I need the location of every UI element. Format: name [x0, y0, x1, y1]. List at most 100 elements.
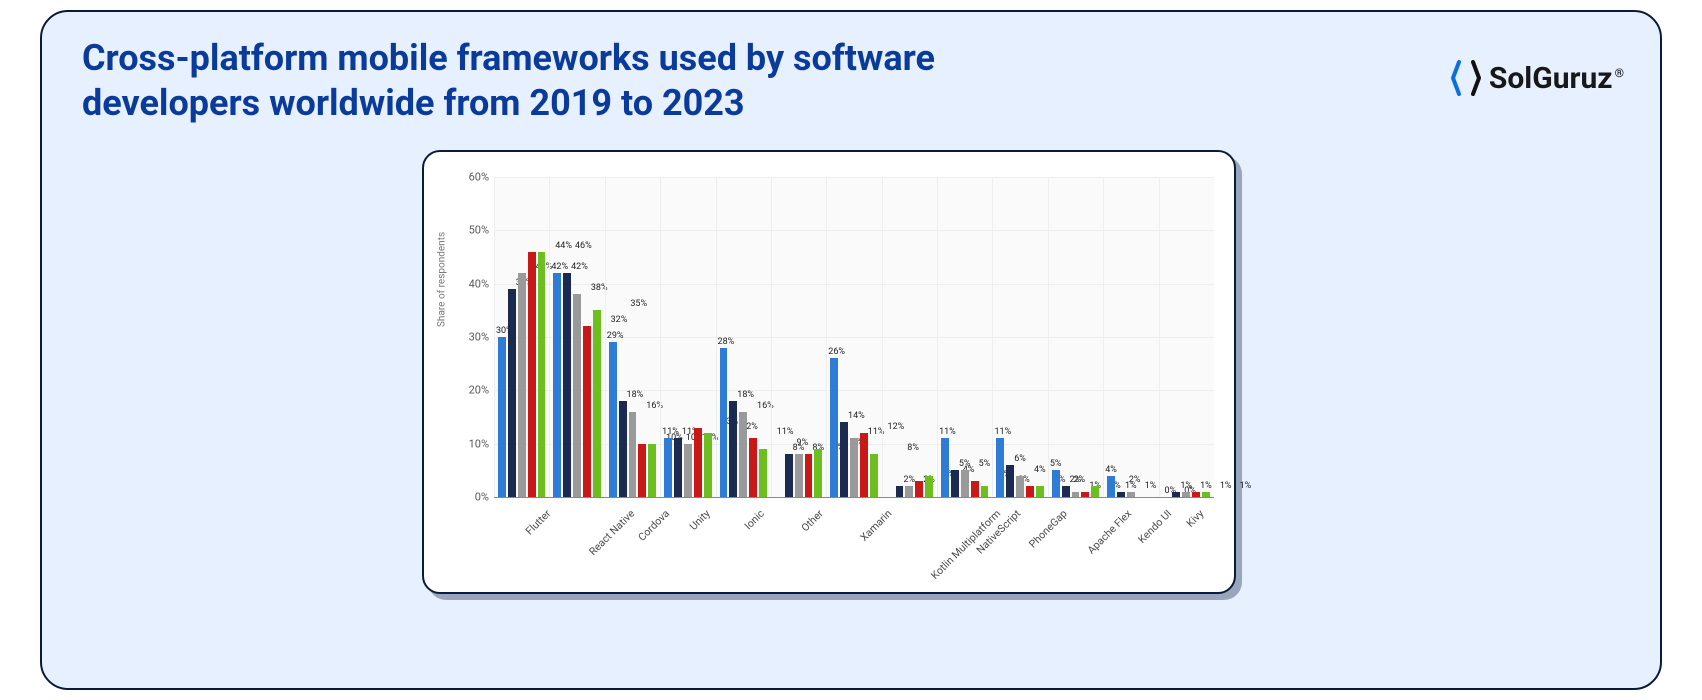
bar: 4% — [1016, 476, 1024, 497]
bar-value-label: 18% — [627, 391, 644, 401]
brand-logo: SolGuruz® — [1451, 60, 1624, 96]
bar: 44% — [528, 252, 536, 497]
bar: 12% — [704, 433, 712, 497]
bar: 42% — [553, 273, 561, 497]
bar-value-label: 1% — [1200, 482, 1212, 492]
bar: 26% — [830, 358, 838, 497]
bar-group: 8%8%8%9% — [775, 177, 822, 497]
bar-value-label: 4% — [1034, 466, 1046, 476]
bar: 16% — [629, 412, 637, 497]
bar: 4% — [925, 476, 933, 497]
category-label: Other — [798, 507, 825, 534]
category-label: Unity — [687, 507, 713, 533]
bar: 4% — [1107, 476, 1115, 497]
bar-value-label: 28% — [718, 338, 735, 348]
bar-value-label: 14% — [848, 412, 865, 422]
bar-value-label: 1% — [1145, 482, 1157, 492]
bar-value-label: 26% — [828, 348, 845, 358]
bar-value-label: 1% — [1220, 482, 1232, 492]
bar-value-label: 11% — [994, 428, 1011, 438]
bar: 5% — [951, 470, 959, 497]
bar-value-label: 1% — [1125, 482, 1137, 492]
bar-group: 29%18%16%10%10% — [609, 177, 656, 497]
bar-value-label: 1% — [1180, 482, 1192, 492]
bar: 11% — [996, 438, 1004, 497]
logo-mark-icon — [1451, 60, 1481, 96]
y-tick: 30% — [459, 331, 489, 344]
bar: 10% — [648, 444, 656, 497]
bar-group: 42%42%38%32%35% — [553, 177, 600, 497]
brand-name: SolGuruz® — [1489, 61, 1624, 96]
bar-value-label: 2% — [1070, 476, 1082, 486]
bar-group: 28%18%16%11%9% — [720, 177, 767, 497]
card: Cross-platform mobile frameworks used by… — [40, 10, 1662, 690]
bar-group: 1%1%1%1% — [1163, 177, 1210, 497]
bar-value-label: 6% — [1014, 455, 1026, 465]
bar-value-label: 5% — [979, 460, 991, 470]
bar-value-label: 42% — [571, 263, 588, 273]
bar: 3% — [915, 481, 923, 497]
bar: 35% — [593, 310, 601, 497]
bar: 30% — [498, 337, 506, 497]
bar: 12% — [860, 433, 868, 497]
bar: 38% — [573, 294, 581, 497]
category-label: Ionic — [742, 507, 767, 532]
bar-value-label: 18% — [737, 391, 754, 401]
bar: 1% — [1172, 492, 1180, 497]
bar-value-label: 11% — [939, 428, 956, 438]
bar: 39% — [508, 289, 516, 497]
bar: 46% — [538, 252, 546, 497]
y-tick: 40% — [459, 277, 489, 290]
bar: 2% — [1062, 486, 1070, 497]
bar: 1% — [1081, 492, 1089, 497]
category-label: PhoneGap — [1026, 507, 1070, 551]
bar: 2% — [905, 486, 913, 497]
bar-value-label: 2% — [903, 476, 915, 486]
bar: 1% — [1192, 492, 1200, 497]
bar-value-label: 1% — [1240, 482, 1252, 492]
bar: 8% — [785, 454, 793, 497]
category-label: Apache Flex — [1084, 507, 1134, 557]
bar-value-label: 8% — [793, 444, 805, 454]
bar-value-label: 4% — [1105, 466, 1117, 476]
category-label: Cordova — [636, 507, 673, 544]
bar: 11% — [941, 438, 949, 497]
bar: 9% — [814, 449, 822, 497]
bar: 11% — [850, 438, 858, 497]
y-tick: 50% — [459, 224, 489, 237]
bar: 6% — [1006, 465, 1014, 497]
bar-group: 11%6%4%2%2% — [996, 177, 1043, 497]
bar: 8% — [805, 454, 813, 497]
bar: 11% — [749, 438, 757, 497]
bar: 16% — [739, 412, 747, 497]
y-tick: 0% — [459, 491, 489, 504]
bar-group: 2%2%3%4% — [886, 177, 933, 497]
bar: 18% — [619, 401, 627, 497]
page-title: Cross-platform mobile frameworks used by… — [82, 36, 982, 126]
bar: 42% — [563, 273, 571, 497]
bar: 28% — [720, 348, 728, 497]
bar: 13% — [694, 428, 702, 497]
bar-value-label: 42% — [551, 263, 568, 273]
bar: 14% — [840, 422, 848, 497]
bar: 8% — [795, 454, 803, 497]
category-label: Xamarin — [857, 507, 894, 544]
bar: 1% — [1072, 492, 1080, 497]
bar: 18% — [729, 401, 737, 497]
bar: 10% — [638, 444, 646, 497]
bar: 2% — [1026, 486, 1034, 497]
bar-value-label: 11% — [662, 428, 679, 438]
y-axis-label: Share of respondents — [437, 232, 448, 327]
bar-group: 5%2%1%1%2% — [1052, 177, 1099, 497]
bar-group: 26%14%11%12%8% — [830, 177, 877, 497]
bar: 9% — [759, 449, 767, 497]
bar-value-label: 5% — [959, 460, 971, 470]
bar: 8% — [870, 454, 878, 497]
bar: 5% — [1052, 470, 1060, 497]
bar: 2% — [896, 486, 904, 497]
bar-group: 11%11%10%13%12% — [664, 177, 711, 497]
bar: 1% — [1117, 492, 1125, 497]
bar: 42% — [518, 273, 526, 497]
category-label: Kivy — [1184, 507, 1207, 530]
bar: 11% — [664, 438, 672, 497]
